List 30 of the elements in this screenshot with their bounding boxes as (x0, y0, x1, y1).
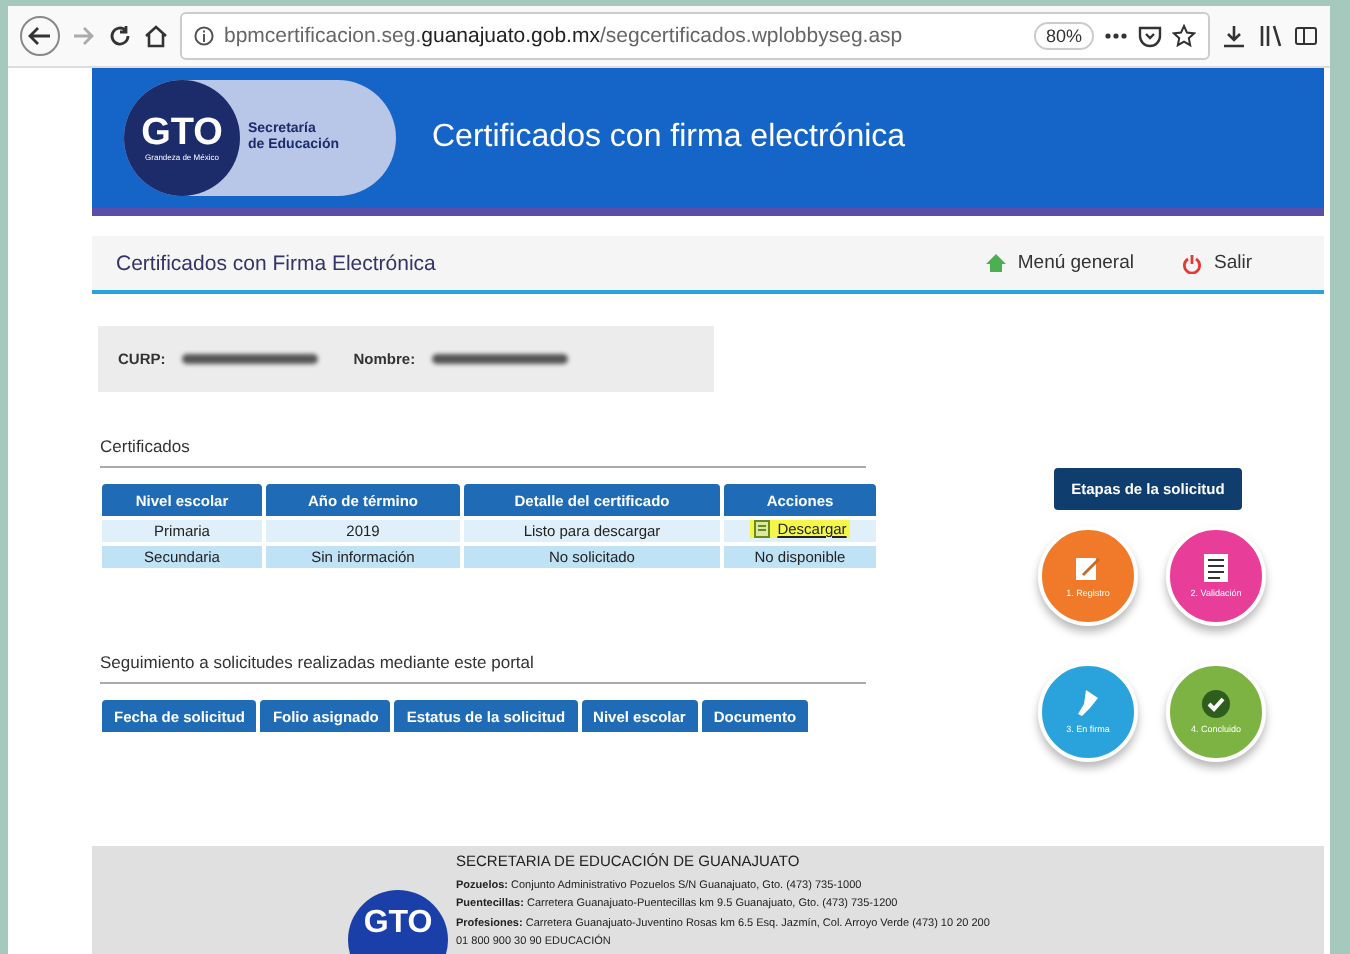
pocket-icon[interactable] (1138, 24, 1162, 48)
logo-text: GTO (141, 114, 223, 152)
redaction-mark (431, 354, 568, 364)
fountain-pen-icon (1076, 690, 1100, 718)
page-title: Certificados con firma electrónica (432, 120, 906, 156)
nav-link[interactable]: Menú general (1017, 252, 1134, 274)
star-icon[interactable] (1172, 24, 1196, 48)
section-title: Certificados con Firma Electrónica (116, 251, 438, 275)
back-icon[interactable] (20, 16, 60, 56)
section-heading: Certificados (100, 436, 866, 468)
check-icon (1202, 690, 1230, 718)
url-text: bpmcertificacion.seg.guanajuato.gob.mx/segcertificados.wplobbyseg.asp (224, 24, 905, 48)
zoom-level[interactable]: 80% (1033, 22, 1094, 50)
section-heading: Seguimiento a solicitudes realizadas mediante este portal (100, 652, 866, 684)
info-icon (194, 26, 214, 46)
reload-icon[interactable] (108, 24, 132, 48)
address-bar[interactable]: bpmcertificacion.seg.guanajuato.gob.mx/segcertificados.wplobbyseg.asp 80% (180, 12, 1210, 60)
notepad-pencil-icon (1074, 554, 1102, 582)
checklist-icon (1204, 554, 1228, 582)
home-icon[interactable] (144, 24, 168, 48)
download-icon[interactable] (1222, 24, 1246, 48)
footer-logo: GTO (348, 890, 448, 954)
library-icon[interactable] (1258, 24, 1282, 48)
document-icon (753, 520, 770, 538)
more-icon[interactable] (1104, 32, 1128, 40)
nav-link[interactable]: Salir (1213, 252, 1252, 274)
redaction-mark (181, 354, 318, 364)
sidebar-icon[interactable] (1294, 24, 1318, 48)
home-icon (985, 254, 1006, 272)
power-icon (1181, 253, 1202, 273)
